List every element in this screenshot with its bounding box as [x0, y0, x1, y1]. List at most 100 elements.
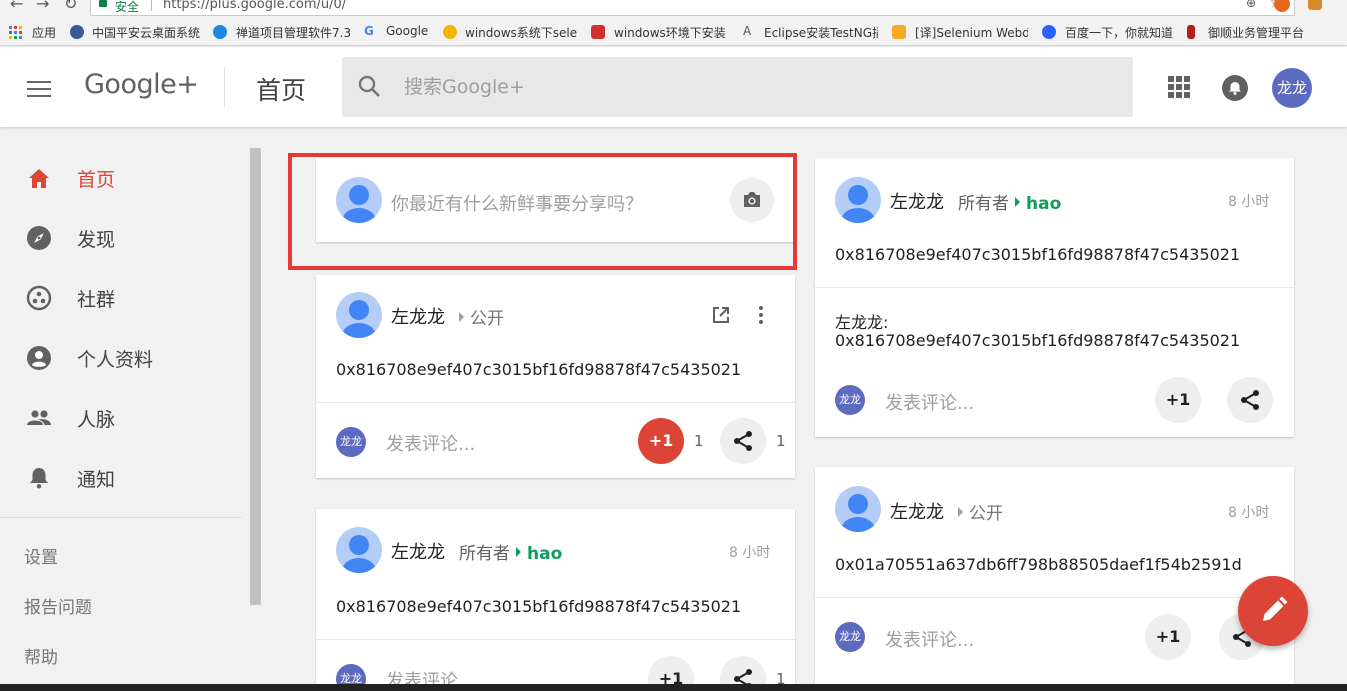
commenter-avatar: 龙龙: [835, 622, 865, 652]
sidebar-item-people[interactable]: 人脉: [0, 389, 240, 445]
sidebar-item-profile[interactable]: 个人资料: [0, 329, 240, 385]
sidebar-item-label: 人脉: [77, 409, 116, 431]
bell-icon: [30, 468, 48, 489]
comment-input[interactable]: 发表评论...: [386, 430, 475, 456]
bookmark-link[interactable]: 百度一下，你就知道: [1065, 24, 1173, 41]
post-card: 左龙龙 公开 0x816708e9ef407c3015bf16fd98878f4…: [316, 275, 795, 478]
search-box[interactable]: [342, 57, 1133, 117]
back-icon[interactable]: ←: [10, 0, 23, 13]
bookmark-link[interactable]: 中国平安云桌面系统: [92, 24, 200, 41]
forward-icon[interactable]: →: [36, 0, 49, 13]
bookmark-link[interactable]: [译]Selenium Webd: [915, 24, 1028, 41]
post-author[interactable]: 左龙龙: [391, 303, 445, 329]
post-time: 8 小时: [729, 545, 771, 561]
post-author[interactable]: 左龙龙: [890, 188, 944, 214]
post-author-avatar[interactable]: [835, 177, 881, 223]
chevron-right-icon: [516, 547, 521, 557]
sidebar-item-home[interactable]: 首页: [0, 149, 240, 205]
commenter-avatar: 龙龙: [835, 385, 865, 415]
share-count: 1: [776, 432, 786, 450]
bookmark-favicon: [591, 25, 605, 39]
url-text[interactable]: https://plus.google.com/u/0/: [163, 0, 346, 12]
google-plus-logo[interactable]: Google+: [84, 69, 199, 100]
zoom-icon[interactable]: ⊕: [1246, 0, 1256, 10]
people-icon: [27, 410, 51, 425]
app-header: Google+ 首页 龙龙: [0, 47, 1347, 127]
share-button[interactable]: [1227, 377, 1273, 423]
bookmark-favicon: A: [743, 24, 752, 38]
post-author[interactable]: 左龙龙: [890, 498, 944, 524]
post-author-avatar[interactable]: [336, 292, 382, 338]
browser-toolbar: ← → ↻ 安全 https://plus.google.com/u/0/ ⊕ …: [0, 0, 1347, 18]
post-content: 0x816708e9ef407c3015bf16fd98878f47c54350…: [835, 245, 1241, 264]
bookmark-link[interactable]: 禅道项目管理软件7.3: [236, 24, 350, 41]
sidebar-item-discover[interactable]: 发现: [0, 209, 240, 265]
more-vert-icon[interactable]: [757, 305, 765, 325]
comment-row: 龙龙 发表评论... +1 1 1: [316, 402, 795, 478]
new-post-button[interactable]: [1238, 576, 1308, 646]
profile-icon: [27, 346, 51, 370]
comment-input[interactable]: 发表评论...: [885, 389, 974, 415]
post-author-avatar[interactable]: [835, 486, 881, 532]
chevron-right-icon: [1015, 197, 1020, 207]
apps-icon[interactable]: [1168, 76, 1190, 98]
sidebar-item-label: 个人资料: [77, 349, 154, 371]
plus-one-button[interactable]: +1: [638, 418, 684, 464]
bookmark-apps[interactable]: 应用: [32, 24, 56, 41]
sidebar-divider: [0, 517, 242, 518]
address-bar[interactable]: 安全 https://plus.google.com/u/0/ ⊕ ☆: [90, 0, 1295, 16]
bookmark-favicon: [443, 25, 457, 39]
bookmark-link[interactable]: windows环境下安装: [614, 24, 726, 41]
post-author-avatar[interactable]: [336, 527, 382, 573]
post-card: 左龙龙 所有者 hao 8 小时 0x816708e9ef407c3015bf16…: [815, 158, 1294, 437]
sidebar-item-label: 通知: [77, 469, 116, 491]
share-button[interactable]: [720, 418, 766, 464]
home-icon: [29, 169, 49, 188]
commenter-avatar: 龙龙: [336, 427, 366, 457]
bookmarks-bar: 应用 中国平安云桌面系统 禅道项目管理软件7.3 G Google window…: [0, 18, 1347, 46]
settings-link[interactable]: 设置: [24, 543, 58, 568]
address-divider: [151, 0, 152, 11]
header-divider: [224, 67, 225, 107]
post-content: 0x816708e9ef407c3015bf16fd98878f47c54350…: [336, 360, 742, 379]
share-icon: [1241, 390, 1259, 410]
plus-one-button[interactable]: +1: [1145, 614, 1191, 660]
post-content: 0x816708e9ef407c3015bf16fd98878f47c54350…: [336, 597, 742, 616]
reload-icon[interactable]: ↻: [64, 0, 77, 13]
help-link[interactable]: 帮助: [24, 643, 58, 668]
bookmark-link[interactable]: Google: [386, 24, 428, 38]
comment-input[interactable]: 发表评论...: [885, 626, 974, 652]
sidebar-item-communities[interactable]: 社群: [0, 269, 240, 325]
post-time: 8 小时: [1228, 505, 1270, 521]
menu-icon[interactable]: [27, 81, 51, 99]
sidebar-item-notifications[interactable]: 通知: [0, 449, 240, 505]
bookmark-favicon: [892, 25, 906, 39]
sidebar-scrollbar[interactable]: [250, 148, 261, 605]
post-audience: 所有者 hao: [958, 194, 1062, 214]
apps-grid-icon[interactable]: [9, 25, 23, 39]
post-audience: 所有者 hao: [459, 544, 563, 564]
search-input[interactable]: [404, 71, 1104, 103]
sidebar: 首页 发现 社群 个人资料 人脉 通知 设置 报告问题 帮助: [0, 127, 262, 691]
communities-icon: [26, 285, 52, 311]
extension-icon[interactable]: [1308, 0, 1322, 10]
comment-author: 左龙龙:: [835, 313, 889, 332]
share-icon: [734, 431, 752, 451]
bookmark-link[interactable]: Eclipse安装TestNG插: [764, 24, 878, 41]
bookmark-favicon: [1187, 25, 1195, 39]
post-content: 0x01a70551a637db6ff798b88505daef1f54b259…: [835, 555, 1242, 574]
bookmark-link[interactable]: 御顺业务管理平台: [1208, 24, 1304, 41]
plus-one-button[interactable]: +1: [1155, 377, 1201, 423]
os-taskbar: [0, 684, 1347, 691]
report-issue-link[interactable]: 报告问题: [24, 593, 92, 618]
search-icon: [358, 75, 380, 97]
post-time: 8 小时: [1228, 194, 1270, 210]
notifications-icon[interactable]: [1222, 75, 1248, 101]
post-card: 左龙龙 公开 8 小时 0x01a70551a637db6ff798b88505…: [815, 467, 1294, 687]
open-external-icon[interactable]: [712, 306, 730, 324]
pencil-icon: [1263, 596, 1288, 621]
bookmark-link[interactable]: windows系统下selen: [465, 24, 577, 41]
user-avatar[interactable]: 龙龙: [1272, 68, 1312, 108]
post-author[interactable]: 左龙龙: [391, 538, 445, 564]
post-card: 左龙龙 所有者 hao 8 小时 0x816708e9ef407c3015bf16…: [316, 509, 795, 691]
